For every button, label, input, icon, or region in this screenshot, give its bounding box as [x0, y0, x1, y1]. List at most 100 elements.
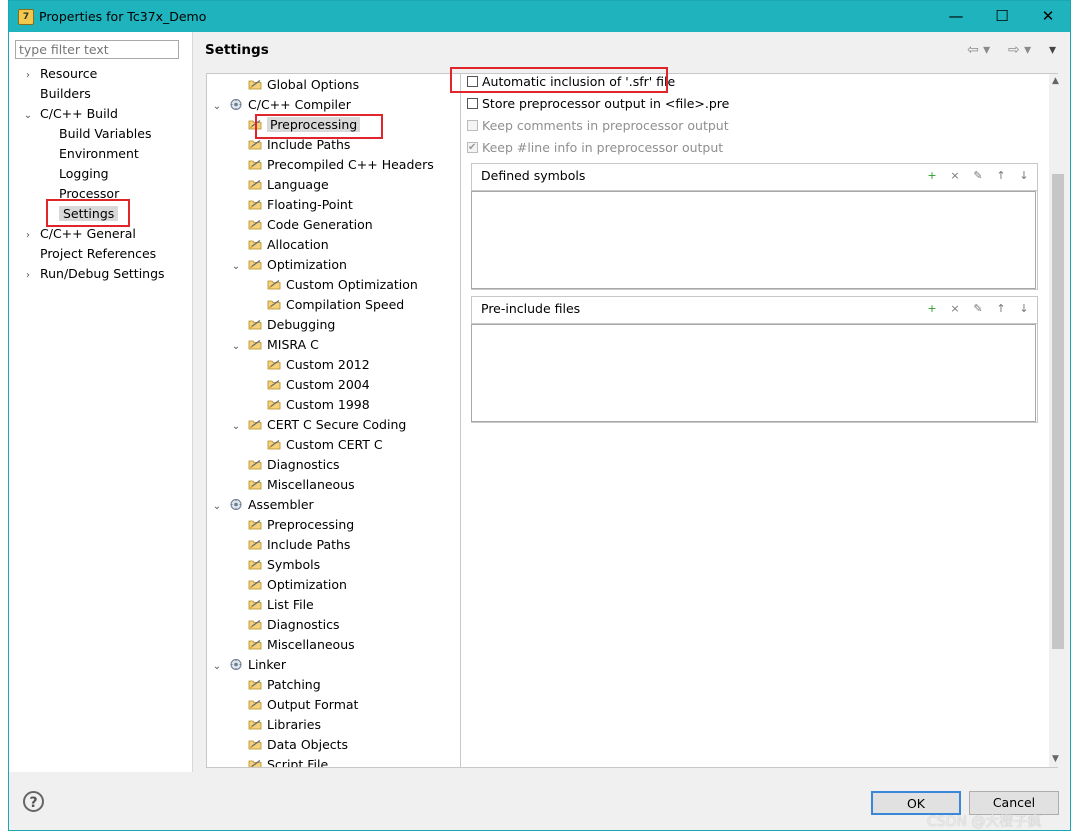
tree-item[interactable]: Libraries [211, 715, 459, 735]
delete-icon[interactable]: × [948, 302, 962, 316]
nav-item[interactable]: › C/C++ General [22, 224, 190, 244]
nav-item[interactable]: Builders [22, 84, 190, 104]
tree-item-label: Data Objects [267, 737, 349, 752]
help-icon[interactable]: ? [23, 791, 44, 812]
checkmark-icon: ✔ [468, 142, 477, 153]
tree-item[interactable]: ⌄ C/C++ Compiler [211, 95, 459, 115]
tree-item[interactable]: Miscellaneous [211, 475, 459, 495]
move-down-icon[interactable]: ↓ [1017, 169, 1031, 183]
expand-icon[interactable]: ⌄ [22, 106, 34, 126]
tree-item[interactable]: Include Paths [211, 535, 459, 555]
tree-item[interactable]: Custom 1998 [211, 395, 459, 415]
close-button[interactable]: ✕ [1025, 1, 1071, 32]
edit-icon[interactable]: ✎ [971, 169, 985, 183]
move-up-icon[interactable]: ↑ [994, 169, 1008, 183]
nav-item[interactable]: Build Variables [22, 124, 190, 144]
pre-include-list[interactable] [471, 324, 1036, 422]
tree-item[interactable]: ⌄ Linker [211, 655, 459, 675]
expand-icon[interactable]: › [22, 66, 34, 86]
nav-item-label: Builders [40, 86, 91, 101]
tree-item[interactable]: Optimization [211, 575, 459, 595]
tree-item-label: Linker [248, 657, 286, 672]
tree-item[interactable]: Floating-Point [211, 195, 459, 215]
nav-item[interactable]: ⌄ C/C++ Build [22, 104, 190, 124]
tree-item[interactable]: Custom Optimization [211, 275, 459, 295]
defined-symbols-list[interactable] [471, 191, 1036, 289]
delete-icon[interactable]: × [948, 169, 962, 183]
filter-input[interactable] [15, 40, 179, 59]
tree-item-label: Miscellaneous [267, 637, 355, 652]
nav-item[interactable]: Project References [22, 244, 190, 264]
tree-item[interactable]: Output Format [211, 695, 459, 715]
properties-dialog: 7 Properties for Tc37x_Demo — ☐ ✕ › Resou… [8, 0, 1071, 831]
tree-item[interactable]: Global Options [211, 75, 459, 95]
tool-icon [229, 97, 244, 110]
nav-item[interactable]: › Run/Debug Settings [22, 264, 190, 284]
tree-item[interactable]: Diagnostics [211, 455, 459, 475]
expand-icon[interactable]: ⌄ [230, 417, 242, 437]
settings-folder-icon [267, 357, 282, 370]
tree-item[interactable]: ⌄ CERT C Secure Coding [211, 415, 459, 435]
expand-icon[interactable]: › [22, 226, 34, 246]
tree-item-label: CERT C Secure Coding [267, 417, 407, 432]
scroll-up-icon[interactable]: ▲ [1052, 76, 1059, 86]
tree-item[interactable]: Patching [211, 675, 459, 695]
tree-item-label: MISRA C [267, 337, 319, 352]
tree-item-label: Assembler [248, 497, 314, 512]
nav-item[interactable]: Logging [22, 164, 190, 184]
expand-icon[interactable]: ⌄ [211, 657, 223, 677]
nav-item[interactable]: Environment [22, 144, 190, 164]
tree-item[interactable]: Diagnostics [211, 615, 459, 635]
edit-icon[interactable]: ✎ [971, 302, 985, 316]
tree-item-label: Include Paths [267, 537, 351, 552]
store-pre-option[interactable]: Store preprocessor output in <file>.pre [467, 94, 729, 114]
tree-item[interactable]: ⌄ Assembler [211, 495, 459, 515]
tree-item[interactable]: List File [211, 595, 459, 615]
settings-content: Global Options ⌄ C/C++ Compiler Preprocessi… [206, 73, 1058, 768]
tree-item[interactable]: Preprocessing [211, 515, 459, 535]
vertical-scrollbar[interactable]: ▲ ▼ [1049, 74, 1067, 767]
tree-item-label: Output Format [267, 697, 359, 712]
tree-item[interactable]: Script File [211, 755, 459, 767]
tree-item[interactable]: ⌄ MISRA C [211, 335, 459, 355]
minimize-button[interactable]: — [933, 1, 979, 32]
back-icon[interactable]: ⇦ ▾ [967, 42, 990, 58]
tree-item[interactable]: Precompiled C++ Headers [211, 155, 459, 175]
add-icon[interactable]: + [925, 302, 939, 316]
view-menu-icon[interactable]: ▾ [1049, 42, 1056, 58]
maximize-button[interactable]: ☐ [979, 1, 1025, 32]
scroll-thumb[interactable] [1052, 174, 1064, 649]
tree-item[interactable]: Miscellaneous [211, 635, 459, 655]
scroll-down-icon[interactable]: ▼ [1052, 754, 1059, 764]
tree-item[interactable]: ⌄ Optimization [211, 255, 459, 275]
move-up-icon[interactable]: ↑ [994, 302, 1008, 316]
window-title: Properties for Tc37x_Demo [39, 9, 207, 24]
tree-item[interactable]: Custom 2012 [211, 355, 459, 375]
store-pre-checkbox[interactable] [467, 98, 478, 109]
tree-item[interactable]: Compilation Speed [211, 295, 459, 315]
move-down-icon[interactable]: ↓ [1017, 302, 1031, 316]
tree-item[interactable]: Custom 2004 [211, 375, 459, 395]
tree-item[interactable]: Data Objects [211, 735, 459, 755]
tree-item[interactable]: Symbols [211, 555, 459, 575]
expand-icon[interactable]: › [22, 266, 34, 286]
forward-icon[interactable]: ⇨ ▾ [1008, 42, 1031, 58]
tree-item-label: Custom 2012 [286, 357, 370, 372]
settings-folder-icon [248, 637, 263, 650]
title-bar: 7 Properties for Tc37x_Demo — ☐ ✕ [9, 1, 1070, 32]
nav-pane: › Resource Builders ⌄ C/C++ Build Build Varia… [9, 32, 193, 772]
expand-icon[interactable]: ⌄ [211, 497, 223, 517]
expand-icon[interactable]: ⌄ [211, 97, 223, 117]
tree-item[interactable]: Language [211, 175, 459, 195]
expand-icon[interactable]: ⌄ [230, 257, 242, 277]
tree-item[interactable]: Debugging [211, 315, 459, 335]
tree-item[interactable]: Allocation [211, 235, 459, 255]
tree-item[interactable]: Code Generation [211, 215, 459, 235]
tree-item[interactable]: Custom CERT C [211, 435, 459, 455]
nav-item[interactable]: › Resource [22, 64, 190, 84]
expand-icon[interactable]: ⌄ [230, 337, 242, 357]
nav-item-label: Project References [40, 246, 157, 261]
nav-item-label: Build Variables [59, 126, 152, 141]
tree-item-label: Custom 1998 [286, 397, 370, 412]
add-icon[interactable]: + [925, 169, 939, 183]
